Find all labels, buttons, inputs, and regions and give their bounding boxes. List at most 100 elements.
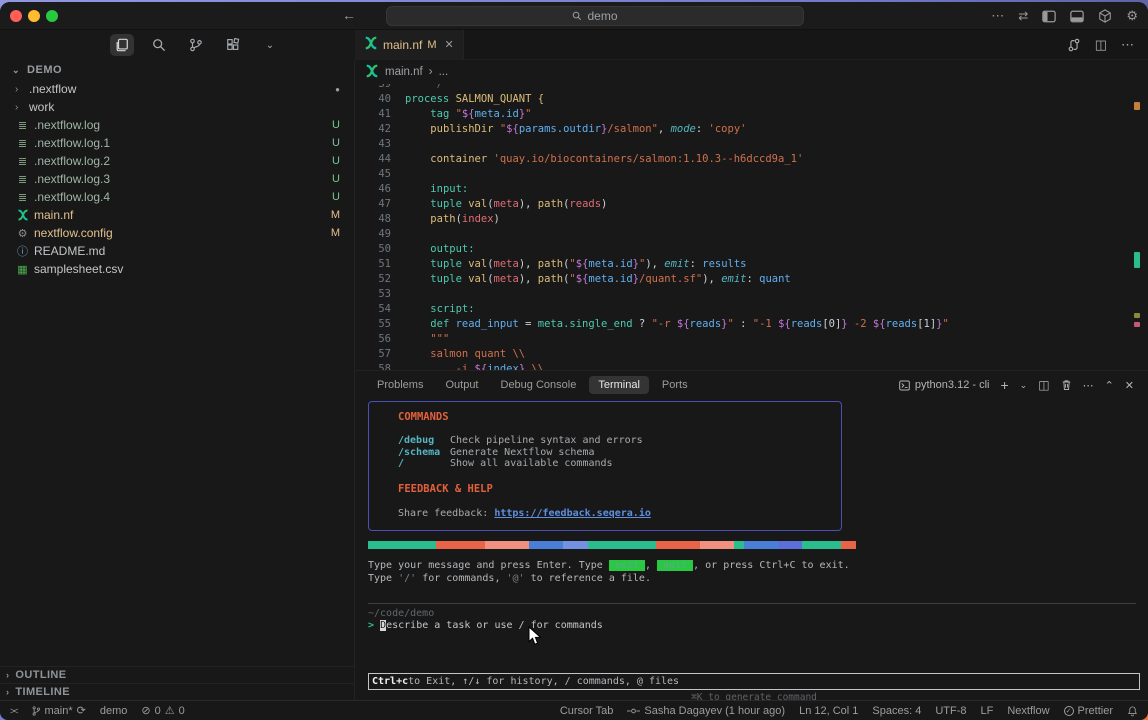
profile-badge[interactable]: demo <box>100 705 128 717</box>
status-bar: >< main* ⟳ demo ⊘ 0 ⚠ 0 Cursor Tab Sasha… <box>0 700 1148 720</box>
panel-tab-ports[interactable]: Ports <box>653 376 697 394</box>
tree-item--nextflow-log-3[interactable]: ≣.nextflow.log.3U <box>0 170 354 188</box>
terminal-instance-select[interactable]: python3.12 - cli <box>899 379 990 391</box>
tree-item-work[interactable]: ›work <box>0 98 354 116</box>
terminal-dropdown-icon[interactable]: ⌄ <box>1020 380 1028 391</box>
more-actions-icon[interactable]: ⋯ <box>991 8 1004 24</box>
shell-label: python3.12 - cli <box>915 379 990 391</box>
problems-status[interactable]: ⊘ 0 ⚠ 0 <box>141 704 184 717</box>
log-file-icon: ≣ <box>15 119 30 132</box>
tab-modified-badge: M <box>427 39 436 51</box>
error-icon: ⊘ <box>141 704 150 717</box>
maximize-window-button[interactable] <box>46 10 58 22</box>
info-icon: ⓘ <box>15 243 30 259</box>
source-control-icon[interactable] <box>184 34 208 56</box>
command-center-search[interactable]: demo <box>386 6 804 26</box>
command-list: /debugCheck pipeline syntax and errors/s… <box>398 435 841 470</box>
panel-tab-terminal[interactable]: Terminal <box>589 376 649 394</box>
code-line-50: 50 output: <box>355 241 1148 256</box>
explorer-section-header[interactable]: ⌄ DEMO <box>0 60 354 80</box>
tree-item-README-md[interactable]: ⓘREADME.md <box>0 242 354 260</box>
toggle-sidebar-icon[interactable] <box>1042 10 1056 23</box>
terminal-content[interactable]: COMMANDS /debugCheck pipeline syntax and… <box>368 401 1138 700</box>
outline-section[interactable]: › OUTLINE <box>0 666 354 683</box>
cli-prompt[interactable]: > Describe a task or use / for commands <box>368 620 603 631</box>
close-window-button[interactable] <box>10 10 22 22</box>
log-file-icon: ≣ <box>15 155 30 168</box>
tree-item--nextflow-log[interactable]: ≣.nextflow.logU <box>0 116 354 134</box>
eol-status[interactable]: LF <box>981 705 994 717</box>
git-status-badge: U <box>332 173 340 185</box>
tab-close-icon[interactable]: ✕ <box>445 38 454 51</box>
branch-icon <box>31 705 41 717</box>
tree-item--nextflow[interactable]: ›.nextflow● <box>0 80 354 98</box>
breadcrumb-file[interactable]: main.nf <box>385 66 423 78</box>
breadcrumb[interactable]: main.nf › ... <box>355 60 1148 84</box>
tree-item--nextflow-log-4[interactable]: ≣.nextflow.log.4U <box>0 188 354 206</box>
tree-item--nextflow-log-1[interactable]: ≣.nextflow.log.1U <box>0 134 354 152</box>
nextflow-icon <box>365 64 379 81</box>
timeline-section[interactable]: › TIMELINE <box>0 683 354 700</box>
tree-item-main-nf[interactable]: main.nfM <box>0 206 354 224</box>
code-line-48: 48 path(index) <box>355 211 1148 226</box>
split-editor-icon[interactable]: ◫ <box>1095 37 1107 53</box>
panel-tab-debug-console[interactable]: Debug Console <box>492 376 586 394</box>
code-line-40: 40process SALMON_QUANT { <box>355 91 1148 106</box>
split-terminal-icon[interactable]: ◫ <box>1038 378 1049 392</box>
explorer-icon[interactable] <box>110 34 134 56</box>
tree-item--nextflow-log-2[interactable]: ≣.nextflow.log.2U <box>0 152 354 170</box>
chevron-right-icon: › <box>6 670 9 680</box>
open-changes-icon[interactable] <box>1067 38 1081 52</box>
extensions-icon[interactable] <box>221 34 245 56</box>
code-editor[interactable]: 39 */40process SALMON_QUANT {41 tag "${m… <box>355 84 1148 370</box>
file-name: .nextflow.log.3 <box>34 172 110 186</box>
code-line-43: 43 <box>355 136 1148 151</box>
panel-more-icon[interactable]: ⋯ <box>1083 379 1094 392</box>
cursor-position[interactable]: Ln 12, Col 1 <box>799 705 858 717</box>
back-icon[interactable]: ← <box>342 7 356 23</box>
tree-item-samplesheet-csv[interactable]: ▦samplesheet.csv <box>0 260 354 278</box>
breadcrumb-more[interactable]: ... <box>439 66 449 78</box>
file-name: .nextflow.log.4 <box>34 190 110 204</box>
sync-arrows-icon[interactable]: ⇄ <box>1018 9 1028 23</box>
search-view-icon[interactable] <box>147 34 171 56</box>
tree-item-nextflow-config[interactable]: ⚙nextflow.configM <box>0 224 354 242</box>
code-line-56: 56 """ <box>355 331 1148 346</box>
panel-tab-bar: ProblemsOutput Debug ConsoleTerminalPorts… <box>355 371 1148 399</box>
tab-main-nf[interactable]: main.nf M ✕ <box>355 30 464 59</box>
code-line-52: 52 tuple val(meta), path("${meta.id}/qua… <box>355 271 1148 286</box>
git-blame-status[interactable]: Sasha Dagayev (1 hour ago) <box>627 705 785 717</box>
editor-more-icon[interactable]: ⋯ <box>1121 37 1134 53</box>
toggle-panel-icon[interactable] <box>1070 10 1084 23</box>
error-count: 0 <box>155 705 161 717</box>
language-mode[interactable]: Nextflow <box>1007 705 1049 717</box>
cube-icon[interactable] <box>1098 9 1112 23</box>
file-tree: ›.nextflow●›work≣.nextflow.logU≣.nextflo… <box>0 80 354 278</box>
code-line-58: 58 -i ${index} \\ <box>355 361 1148 370</box>
panel-tab-problems[interactable]: Problems <box>368 376 432 394</box>
indentation-status[interactable]: Spaces: 4 <box>872 705 921 717</box>
feedback-link[interactable]: https://feedback.seqera.io <box>494 508 651 519</box>
overview-ruler-mark <box>1134 102 1140 110</box>
encoding-status[interactable]: UTF-8 <box>935 705 966 717</box>
git-branch-status[interactable]: main* ⟳ <box>31 704 86 717</box>
remote-indicator[interactable]: >< <box>10 706 17 716</box>
kill-terminal-icon[interactable] <box>1061 379 1072 391</box>
new-terminal-icon[interactable]: + <box>1000 377 1008 393</box>
file-name: .nextflow <box>29 82 76 96</box>
close-panel-icon[interactable]: ✕ <box>1125 379 1134 392</box>
notifications-bell[interactable] <box>1127 705 1138 717</box>
activity-bar: ⌄ <box>0 30 355 60</box>
gear-icon: ⚙ <box>15 227 30 240</box>
keybinding-hint-box: Ctrl+c to Exit, ↑/↓ for history, / comma… <box>368 673 1140 690</box>
chevron-down-icon[interactable]: ⌄ <box>258 34 282 56</box>
gear-icon[interactable]: ⚙ <box>1126 8 1138 24</box>
maximize-panel-icon[interactable]: ⌃ <box>1105 379 1114 392</box>
sync-icon[interactable]: ⟳ <box>77 704 86 717</box>
blame-text: Sasha Dagayev (1 hour ago) <box>644 705 785 717</box>
cursor-tab-status[interactable]: Cursor Tab <box>560 705 614 717</box>
panel-tab-output[interactable]: Output <box>436 376 487 394</box>
check-icon: ✓ <box>1064 706 1074 716</box>
formatter-status[interactable]: ✓ Prettier <box>1064 705 1113 717</box>
minimize-window-button[interactable] <box>28 10 40 22</box>
